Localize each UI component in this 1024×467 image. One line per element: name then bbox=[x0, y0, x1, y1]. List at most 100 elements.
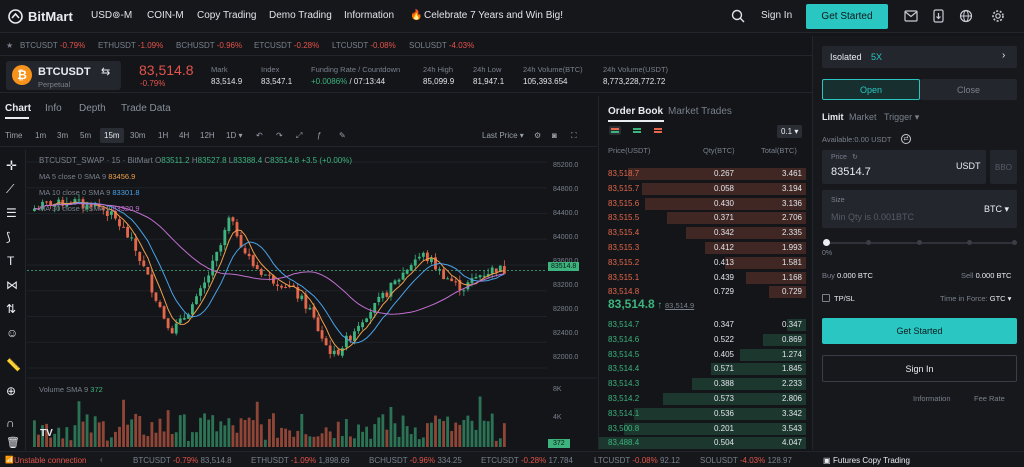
ticker-item[interactable]: BCHUSDT -0.96% bbox=[176, 41, 242, 50]
redo-icon[interactable]: ↷ bbox=[276, 131, 283, 140]
ticker-item[interactable]: ETCUSDT -0.28% bbox=[254, 41, 319, 50]
size-input[interactable]: Size Min Qty is 0.001BTC BTC ▾ bbox=[822, 190, 1017, 228]
settings-gear-icon[interactable] bbox=[991, 9, 1005, 23]
scroll-left-icon[interactable]: ‹ bbox=[100, 455, 103, 464]
bid-row[interactable]: 83,514.6 0.522 0.869 bbox=[599, 333, 806, 347]
sign-in-trade-button[interactable]: Sign In bbox=[822, 355, 1017, 382]
nav-copy-trading[interactable]: Copy Trading bbox=[197, 10, 256, 21]
tab-market-trades[interactable]: Market Trades bbox=[668, 106, 732, 117]
bottom-ticker-item[interactable]: BTCUSDT -0.79% 83,514.8 bbox=[133, 456, 232, 465]
bbo-button[interactable]: BBO bbox=[990, 150, 1017, 184]
ticker-item[interactable]: ETHUSDT -1.09% bbox=[98, 41, 163, 50]
bid-row[interactable]: 83,514.4 0.571 1.845 bbox=[599, 362, 806, 376]
ask-row[interactable]: 83,515.3 0.412 1.993 bbox=[599, 241, 806, 255]
emoji-icon[interactable]: ☺ bbox=[6, 326, 18, 340]
nav-information[interactable]: Information bbox=[344, 10, 394, 21]
interval-3m[interactable]: 3m bbox=[57, 131, 68, 140]
close-tab-button[interactable]: Close bbox=[920, 79, 1017, 100]
bottom-ticker-item[interactable]: ETHUSDT -1.09% 1,898.69 bbox=[251, 456, 350, 465]
time-in-force-dropdown[interactable]: Time in Force: GTC ▾ bbox=[940, 294, 1011, 303]
view-both-icon[interactable] bbox=[609, 126, 621, 135]
indicators-icon[interactable]: ƒ bbox=[317, 131, 321, 140]
star-icon[interactable]: ★ bbox=[6, 41, 13, 50]
measure-icon[interactable]: ⇅ bbox=[6, 302, 16, 316]
bottom-ticker-item[interactable]: LTCUSDT -0.08% 92.12 bbox=[594, 456, 680, 465]
tab-trade-data[interactable]: Trade Data bbox=[121, 103, 171, 114]
interval-1h[interactable]: 1H bbox=[158, 131, 168, 140]
magnet-icon[interactable]: ∩ bbox=[6, 416, 15, 430]
nav-demo-trading[interactable]: Demo Trading bbox=[269, 10, 332, 21]
chart-settings-icon[interactable]: ⚙ bbox=[534, 131, 541, 140]
trend-line-icon[interactable]: ⟋ bbox=[6, 182, 14, 197]
nav-usdm-futures[interactable]: USD⊚-M bbox=[91, 10, 132, 21]
ask-row[interactable]: 83,515.5 0.371 2.706 bbox=[599, 211, 806, 225]
ask-row[interactable]: 83,518.7 0.267 3.461 bbox=[599, 167, 806, 181]
ask-row[interactable]: 83,515.4 0.342 2.335 bbox=[599, 226, 806, 240]
get-started-button[interactable]: Get Started bbox=[806, 4, 888, 29]
interval-12h[interactable]: 12H bbox=[200, 131, 215, 140]
order-type-trigger[interactable]: Trigger ▾ bbox=[884, 112, 919, 123]
tab-depth[interactable]: Depth bbox=[79, 103, 106, 114]
search-icon[interactable] bbox=[731, 9, 745, 23]
bid-row[interactable]: 83,514.7 0.347 0.347 bbox=[599, 318, 806, 332]
tpsl-checkbox[interactable] bbox=[822, 294, 830, 302]
view-bids-icon[interactable] bbox=[631, 126, 643, 135]
ticker-item[interactable]: SOLUSDT -4.03% bbox=[409, 41, 474, 50]
ask-row[interactable]: 83,515.6 0.430 3.136 bbox=[599, 197, 806, 211]
bitmart-logo[interactable]: BitMart bbox=[8, 8, 73, 25]
ticker-item[interactable]: BTCUSDT -0.79% bbox=[20, 41, 85, 50]
futures-copy-trading-link[interactable]: Futures Copy Trading bbox=[833, 456, 910, 465]
tab-info[interactable]: Info bbox=[45, 103, 62, 114]
price-input[interactable]: Price ↻ 83514.7 USDT bbox=[822, 150, 986, 184]
order-type-market[interactable]: Market bbox=[849, 112, 877, 122]
interval-1m[interactable]: 1m bbox=[35, 131, 46, 140]
size-unit-dropdown[interactable]: BTC ▾ bbox=[984, 204, 1009, 215]
interval-15m-active[interactable]: 15m bbox=[100, 128, 124, 143]
bid-row[interactable]: 83,500.8 0.201 3.543 bbox=[599, 422, 806, 436]
ruler-icon[interactable]: 📏 bbox=[6, 358, 21, 372]
trash-icon[interactable]: 🗑 bbox=[6, 436, 20, 449]
size-slider-handle[interactable] bbox=[823, 239, 830, 246]
interval-4h[interactable]: 4H bbox=[179, 131, 189, 140]
globe-icon[interactable] bbox=[959, 9, 973, 23]
tab-order-book[interactable]: Order Book bbox=[608, 106, 663, 117]
bottom-ticker-item[interactable]: ETCUSDT -0.28% 17.784 bbox=[481, 456, 573, 465]
crosshair-icon[interactable]: ✛ bbox=[6, 158, 17, 174]
pair-selector[interactable]: ₿ BTCUSDT ⇆ Perpetual bbox=[6, 61, 121, 90]
interval-1d-dropdown[interactable]: 1D ▾ bbox=[226, 131, 242, 140]
price-value[interactable]: 83514.7 bbox=[831, 166, 871, 178]
bid-row[interactable]: 83,514.2 0.573 2.806 bbox=[599, 392, 806, 406]
draw-pencil-icon[interactable]: ✎ bbox=[339, 131, 346, 140]
bid-row[interactable]: 83,488.4 0.504 4.047 bbox=[599, 436, 806, 450]
ticker-item[interactable]: LTCUSDT -0.08% bbox=[332, 41, 396, 50]
screenshot-camera-icon[interactable]: ◙ bbox=[552, 131, 557, 140]
bottom-ticker-item[interactable]: BCHUSDT -0.96% 334.25 bbox=[369, 456, 462, 465]
bid-row[interactable]: 83,514.5 0.405 1.274 bbox=[599, 348, 806, 362]
fullscreen-expand-icon[interactable]: ⤢ bbox=[296, 131, 302, 141]
download-app-icon[interactable] bbox=[933, 9, 944, 23]
pattern-icon[interactable]: ⋈ bbox=[6, 278, 18, 292]
bid-row[interactable]: 83,514.3 0.388 2.233 bbox=[599, 377, 806, 391]
sign-in-link[interactable]: Sign In bbox=[761, 10, 792, 21]
ask-row[interactable]: 83,515.1 0.439 1.168 bbox=[599, 271, 806, 285]
price-source-dropdown[interactable]: Last Price ▾ bbox=[482, 131, 524, 140]
ask-row[interactable]: 83,515.2 0.413 1.581 bbox=[599, 256, 806, 270]
transfer-icon[interactable]: ⇄ bbox=[901, 134, 911, 144]
view-asks-icon[interactable] bbox=[652, 126, 664, 135]
fib-lines-icon[interactable]: ☰ bbox=[6, 206, 17, 220]
interval-30m[interactable]: 30m bbox=[130, 131, 146, 140]
ask-row[interactable]: 83,515.7 0.058 3.194 bbox=[599, 182, 806, 196]
bottom-ticker-item[interactable]: SOLUSDT -4.03% 128.97 bbox=[700, 456, 792, 465]
precision-dropdown[interactable]: 0.1 ▾ bbox=[777, 125, 803, 138]
nav-coinm-futures[interactable]: COIN-M bbox=[147, 10, 184, 21]
nav-promo-link[interactable]: Celebrate 7 Years and Win Big! bbox=[424, 10, 563, 21]
refresh-price-icon[interactable]: ↻ bbox=[852, 153, 858, 161]
margin-mode-selector[interactable]: Isolated 5X › bbox=[822, 46, 1017, 68]
interval-5m[interactable]: 5m bbox=[80, 131, 91, 140]
information-link[interactable]: Information bbox=[913, 394, 951, 403]
text-tool-icon[interactable]: T bbox=[7, 254, 14, 268]
tab-chart[interactable]: Chart bbox=[5, 103, 31, 114]
order-type-limit[interactable]: Limit bbox=[822, 112, 844, 122]
get-started-trade-button[interactable]: Get Started bbox=[822, 318, 1017, 344]
undo-icon[interactable]: ↶ bbox=[256, 131, 263, 140]
